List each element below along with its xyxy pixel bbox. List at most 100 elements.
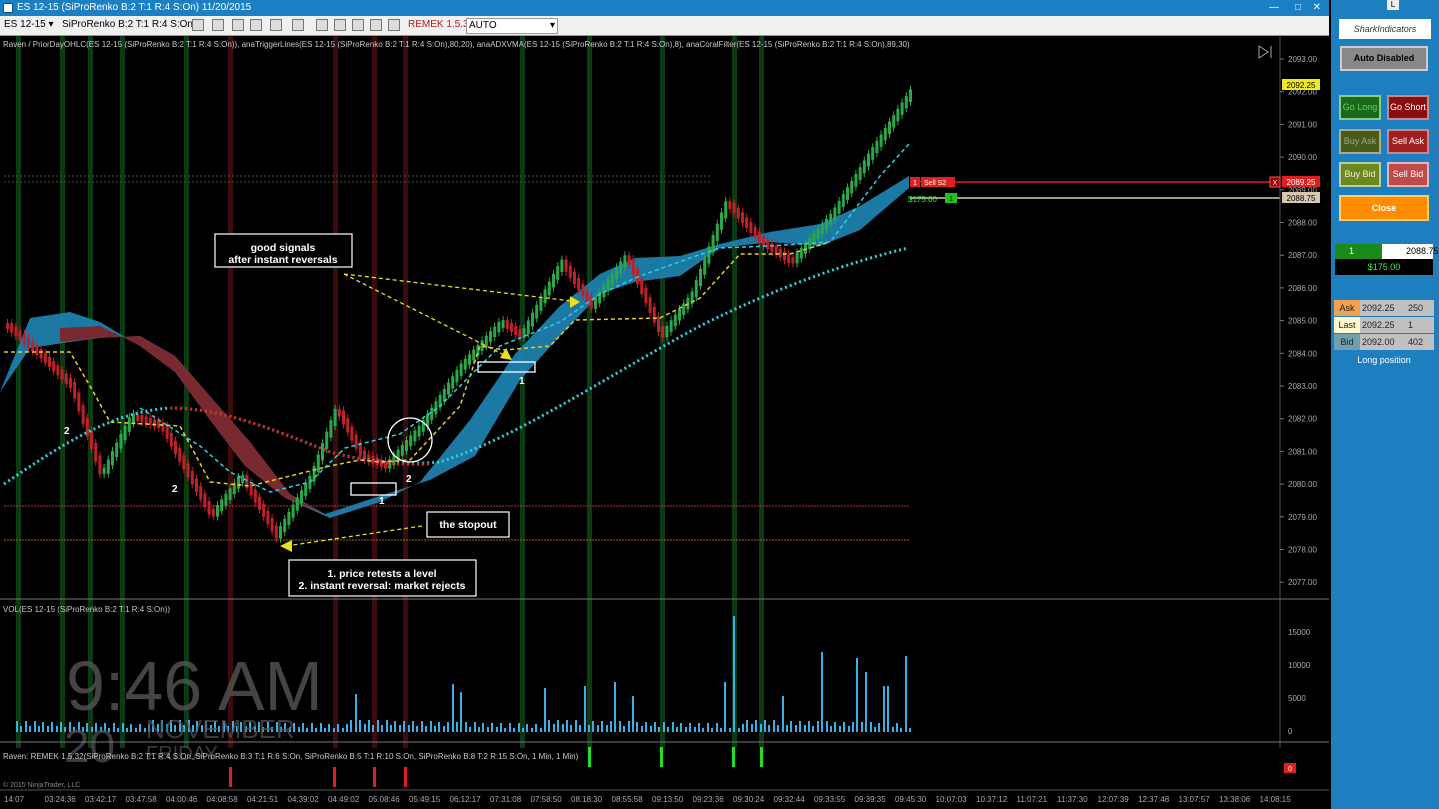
sell-ask-button[interactable]: Sell Ask — [1387, 129, 1429, 154]
volume-bar — [826, 721, 828, 732]
volume-bar — [403, 721, 405, 732]
copyright: © 2015 NinjaTrader, LLC — [3, 781, 80, 789]
order-entry-icon[interactable] — [388, 19, 400, 31]
crosshair-icon[interactable] — [232, 19, 244, 31]
go-short-button[interactable]: Go Short — [1387, 95, 1429, 120]
renko-bar — [510, 323, 513, 332]
renko-bar — [31, 341, 35, 352]
volume-bar — [513, 728, 515, 732]
buy-ask-button[interactable]: Buy Ask — [1339, 129, 1381, 154]
renko-bar — [539, 297, 543, 311]
price-chart[interactable]: good signals after instant reversals the… — [0, 36, 1329, 809]
volume-bar — [390, 725, 392, 732]
time-tick-label: 10:37:12 — [976, 795, 1008, 804]
maximize-icon[interactable]: □ — [1295, 0, 1301, 16]
last-price: 2092.25 — [1360, 317, 1404, 333]
renko-bar — [409, 435, 413, 447]
bartype-label: SiProRenko B:2 T:1 R:4 S:On — [62, 19, 193, 30]
data-box-icon[interactable] — [316, 19, 328, 31]
renko-bar — [829, 213, 833, 225]
position-pnl-display: $175.00 — [1335, 259, 1433, 275]
go-long-button[interactable]: Go Long — [1339, 95, 1381, 120]
volume-bar — [500, 723, 502, 732]
time-tick-label: 12:07:39 — [1098, 795, 1130, 804]
renko-bar — [195, 478, 198, 492]
volume-bar — [650, 726, 652, 732]
global-drawing-icon[interactable] — [250, 19, 262, 31]
instrument-selector[interactable]: ES 12-15 ▾ — [4, 18, 54, 32]
renko-bar — [627, 255, 631, 265]
signal-band-green — [60, 36, 65, 748]
renko-bar — [850, 180, 854, 194]
sell-bid-button[interactable]: Sell Bid — [1387, 162, 1429, 187]
bid-price: 2092.00 — [1360, 334, 1404, 350]
volume-bar — [672, 722, 674, 732]
atm-selector[interactable]: AUTO ▾ — [466, 18, 558, 34]
volume-bar — [834, 722, 836, 732]
bar-style-icon[interactable] — [192, 19, 204, 31]
indicators-icon[interactable] — [334, 19, 346, 31]
renko-bar — [182, 455, 186, 470]
position-price: 2088.75 — [1382, 244, 1439, 259]
last-label: Last — [1334, 317, 1360, 333]
volume-bar — [645, 722, 647, 732]
minimize-icon[interactable]: — — [1269, 0, 1279, 16]
draw-pencil-icon[interactable] — [212, 19, 224, 31]
renko-bar — [321, 443, 324, 461]
volume-bar — [368, 720, 370, 732]
renko-bar — [501, 320, 505, 328]
volume-bar — [768, 725, 770, 732]
renko-bar — [749, 222, 753, 233]
renko-bar — [531, 312, 534, 327]
renko-bar — [732, 202, 736, 214]
atm-label: AUTO — [469, 20, 497, 31]
renko-bar — [707, 246, 711, 264]
strategies-icon[interactable] — [352, 19, 364, 31]
volume-bar — [474, 722, 476, 732]
volume-bar — [430, 721, 432, 732]
properties-icon[interactable] — [292, 19, 304, 31]
volume-tick-label: 5000 — [1288, 694, 1306, 703]
volume-bar — [636, 722, 638, 732]
close-button[interactable]: Close — [1339, 195, 1429, 221]
volume-bar — [689, 723, 691, 732]
renko-bar — [652, 306, 656, 323]
renko-bar — [745, 217, 749, 229]
renko-bar — [169, 433, 173, 447]
renko-bar — [489, 331, 492, 342]
bartype-selector[interactable]: SiProRenko B:2 T:1 R:4 S:On ▾ — [62, 18, 201, 32]
volume-bar — [482, 723, 484, 732]
renko-bar — [455, 369, 459, 383]
volume-bar — [874, 727, 876, 732]
time-tick-label: 09:23:36 — [693, 795, 725, 804]
price-tick-label: 2081.00 — [1288, 447, 1317, 456]
panel-pin-icon[interactable]: L — [1387, 0, 1399, 10]
renko-bar — [178, 448, 182, 462]
renko-bar — [673, 314, 677, 327]
chart-trader-icon[interactable] — [370, 19, 382, 31]
buy-bid-button[interactable]: Buy Bid — [1339, 162, 1381, 187]
close-icon[interactable]: ✕ — [1313, 0, 1321, 16]
renko-bar — [342, 410, 345, 425]
volume-bar — [729, 728, 731, 732]
volume-bar — [804, 725, 806, 732]
position-status: Long position — [1357, 355, 1411, 365]
renko-bar — [573, 271, 576, 285]
renko-bar — [199, 486, 203, 500]
last-price-marker-text: 2092.25 — [1287, 81, 1316, 90]
renko-bar — [111, 451, 114, 466]
volume-bar — [808, 721, 810, 732]
renko-bar — [60, 369, 64, 380]
volume-bar — [610, 721, 612, 732]
volume-bar — [139, 724, 141, 732]
renko-bar — [783, 251, 786, 261]
auto-disabled-button[interactable]: Auto Disabled — [1340, 46, 1428, 71]
volume-bar — [896, 723, 898, 732]
note-line2: 2. instant reversal: market rejects — [299, 580, 466, 592]
signal-band-green — [184, 36, 189, 748]
renko-bar — [854, 173, 858, 187]
renko-bar — [216, 505, 219, 517]
renko-bar — [841, 194, 845, 207]
zoom-icon[interactable] — [270, 19, 282, 31]
time-tick-label: 12:37:48 — [1138, 795, 1170, 804]
